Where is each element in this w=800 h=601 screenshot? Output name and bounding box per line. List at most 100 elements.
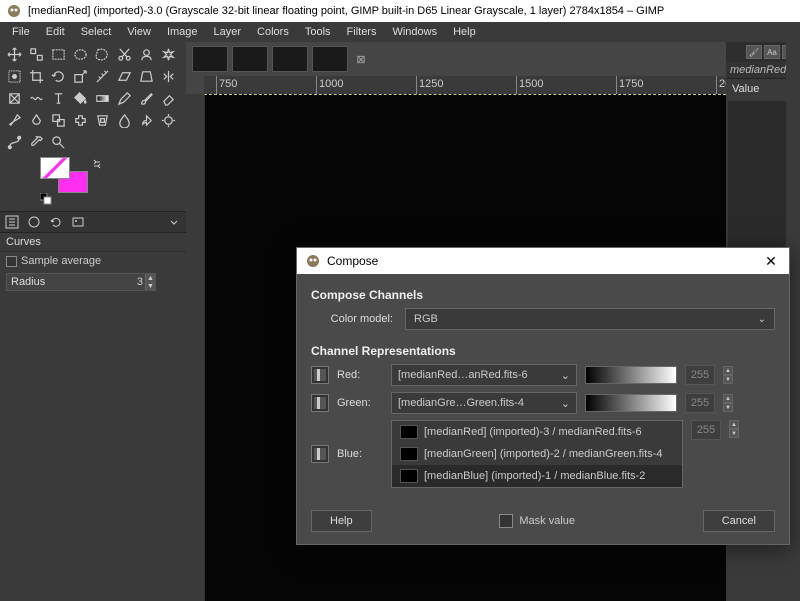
mask-value-checkbox[interactable] xyxy=(499,514,513,528)
dock-btn-text[interactable]: Aa xyxy=(764,45,780,59)
ruler-horizontal[interactable]: 750 1000 1250 1500 1750 2000 xyxy=(204,76,726,94)
tool-warp[interactable] xyxy=(28,90,45,107)
image-tab-3[interactable] xyxy=(272,46,308,72)
spin-down[interactable]: ▼ xyxy=(723,403,733,412)
radius-down[interactable]: ▼ xyxy=(145,282,155,290)
tool-rect-select[interactable] xyxy=(50,46,67,63)
channel-red-value[interactable]: 255 xyxy=(685,365,715,385)
swap-colors-icon[interactable] xyxy=(92,159,102,169)
menu-filters[interactable]: Filters xyxy=(339,24,385,40)
tool-airbrush[interactable] xyxy=(6,112,23,129)
tool-free-select[interactable] xyxy=(94,46,111,63)
dock-tabs xyxy=(0,211,186,233)
image-tab-1[interactable] xyxy=(192,46,228,72)
dock-btn-brush[interactable]: 🖌 xyxy=(746,45,762,59)
menu-image[interactable]: Image xyxy=(159,24,206,40)
blue-option-2[interactable]: [medianBlue] (imported)-1 / medianBlue.f… xyxy=(392,465,682,487)
tool-by-color-select[interactable] xyxy=(6,68,23,85)
image-tab-2[interactable] xyxy=(232,46,268,72)
channel-red-label: Red: xyxy=(337,369,383,381)
tool-bucket[interactable] xyxy=(72,90,89,107)
channel-green-value[interactable]: 255 xyxy=(685,393,715,413)
spin-down[interactable]: ▼ xyxy=(729,429,739,438)
tool-smudge[interactable] xyxy=(138,112,155,129)
channel-green-dropdown[interactable]: [medianGre…Green.fits-4 ⌄ xyxy=(391,392,577,414)
fg-color-swatch[interactable] xyxy=(40,157,70,179)
close-tab-icon[interactable]: ⊠ xyxy=(352,46,370,72)
tool-heal[interactable] xyxy=(72,112,89,129)
tool-crop[interactable] xyxy=(28,68,45,85)
channel-blue-value[interactable]: 255 xyxy=(691,420,721,440)
tab-undo-history[interactable] xyxy=(48,214,64,230)
menu-select[interactable]: Select xyxy=(73,24,120,40)
menu-windows[interactable]: Windows xyxy=(384,24,445,40)
radius-spinner[interactable]: 3 ▲ ▼ xyxy=(6,273,156,291)
tool-measure[interactable] xyxy=(94,68,111,85)
tool-clone[interactable] xyxy=(50,112,67,129)
menubar: File Edit Select View Image Layer Colors… xyxy=(0,22,800,42)
tool-move[interactable] xyxy=(6,46,23,63)
channel-row-blue: Blue: [medianRed] (imported)-3 / medianR… xyxy=(311,420,775,488)
cancel-button[interactable]: Cancel xyxy=(703,510,775,532)
tool-fuzzy-select[interactable] xyxy=(160,46,177,63)
channel-green-icon[interactable] xyxy=(311,394,329,412)
tool-eraser[interactable] xyxy=(160,90,177,107)
channel-red-dropdown[interactable]: [medianRed…anRed.fits-6 ⌄ xyxy=(391,364,577,386)
tool-path[interactable] xyxy=(6,134,23,151)
dialog-titlebar[interactable]: Compose ✕ xyxy=(297,248,789,274)
channel-red-gradient[interactable] xyxy=(585,366,677,384)
channel-blue-icon[interactable] xyxy=(311,445,329,463)
menu-colors[interactable]: Colors xyxy=(249,24,297,40)
tool-foreground-select[interactable] xyxy=(138,46,155,63)
tool-color-picker[interactable] xyxy=(28,134,45,151)
radius-value: 3 xyxy=(131,276,145,288)
blue-option-1[interactable]: [medianGreen] (imported)-2 / medianGreen… xyxy=(392,443,682,465)
tab-device-status[interactable] xyxy=(26,214,42,230)
tool-scale[interactable] xyxy=(72,68,89,85)
color-model-dropdown[interactable]: RGB ⌄ xyxy=(405,308,775,330)
dialog-close-icon[interactable]: ✕ xyxy=(761,253,781,270)
tool-perspective[interactable] xyxy=(138,68,155,85)
channel-red-icon[interactable] xyxy=(311,366,329,384)
tool-rotate[interactable] xyxy=(50,68,67,85)
menu-tools[interactable]: Tools xyxy=(297,24,339,40)
spin-up[interactable]: ▲ xyxy=(723,366,733,375)
tab-images[interactable] xyxy=(70,214,86,230)
tool-pencil[interactable] xyxy=(116,90,133,107)
tool-align[interactable] xyxy=(28,46,45,63)
tool-ellipse-select[interactable] xyxy=(72,46,89,63)
tool-scissors[interactable] xyxy=(116,46,133,63)
tool-text[interactable] xyxy=(50,90,67,107)
spin-up[interactable]: ▲ xyxy=(729,420,739,429)
channel-green-gradient[interactable] xyxy=(585,394,677,412)
tool-ink[interactable] xyxy=(28,112,45,129)
menu-help[interactable]: Help xyxy=(445,24,484,40)
default-colors-icon[interactable] xyxy=(40,193,52,205)
tool-perspective-clone[interactable] xyxy=(94,112,111,129)
tool-gradient[interactable] xyxy=(94,90,111,107)
tab-menu-icon[interactable] xyxy=(166,214,182,230)
tool-cage[interactable] xyxy=(6,90,23,107)
channel-blue-dropdown-open[interactable]: [medianRed] (imported)-3 / medianRed.fit… xyxy=(391,420,683,488)
spin-down[interactable]: ▼ xyxy=(723,375,733,384)
radius-up[interactable]: ▲ xyxy=(145,274,155,282)
color-swatches[interactable] xyxy=(40,157,182,205)
tool-dodge[interactable] xyxy=(160,112,177,129)
tool-flip[interactable] xyxy=(160,68,177,85)
menu-view[interactable]: View xyxy=(119,24,159,40)
ruler-vertical[interactable] xyxy=(186,94,204,601)
color-model-value: RGB xyxy=(414,313,438,325)
tool-paintbrush[interactable] xyxy=(138,90,155,107)
spin-up[interactable]: ▲ xyxy=(723,394,733,403)
sample-average-checkbox[interactable] xyxy=(6,256,17,267)
tool-shear[interactable] xyxy=(116,68,133,85)
tab-tool-options[interactable] xyxy=(4,214,20,230)
blue-option-0[interactable]: [medianRed] (imported)-3 / medianRed.fit… xyxy=(392,421,682,443)
image-tab-4[interactable] xyxy=(312,46,348,72)
menu-layer[interactable]: Layer xyxy=(206,24,250,40)
tool-blur[interactable] xyxy=(116,112,133,129)
menu-edit[interactable]: Edit xyxy=(38,24,73,40)
tool-zoom[interactable] xyxy=(50,134,67,151)
help-button[interactable]: Help xyxy=(311,510,372,532)
menu-file[interactable]: File xyxy=(4,24,38,40)
